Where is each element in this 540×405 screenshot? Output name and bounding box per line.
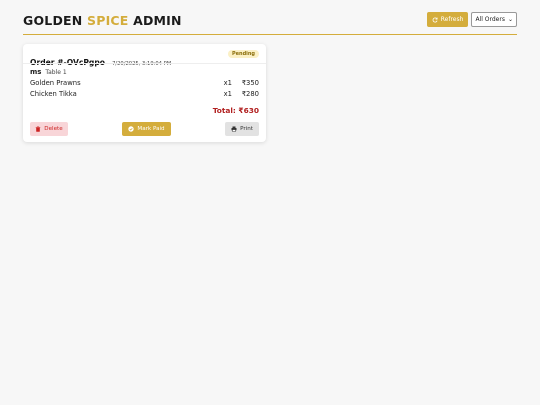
brand-word-golden: GOLDEN: [23, 13, 83, 28]
print-label: Print: [240, 126, 253, 132]
list-item: Golden Prawns x1 ₹350: [30, 79, 259, 90]
item-quantity: x1: [223, 90, 232, 98]
refresh-icon: [432, 17, 438, 22]
printer-icon: [231, 126, 237, 132]
order-card-header: Order #-OVcPgpo 7/20/2025, 3:19:04 PM Pe…: [30, 50, 259, 67]
brand-word-admin: ADMIN: [133, 13, 182, 28]
mark-paid-button[interactable]: Mark Paid: [122, 122, 171, 136]
delete-label: Delete: [44, 126, 63, 132]
status-badge: Pending: [227, 50, 259, 58]
filter-selected-value: All Orders: [475, 16, 505, 23]
item-quantity: x1: [223, 79, 232, 87]
order-total: Total: ₹630: [212, 106, 259, 115]
refresh-button[interactable]: Refresh: [426, 12, 469, 27]
chevron-down-icon: ⌄: [507, 16, 513, 23]
customer-name: ms: [30, 68, 42, 76]
list-item: Chicken Tikka x1 ₹280: [30, 90, 259, 101]
brand-title: GOLDEN SPICE ADMIN: [23, 13, 182, 28]
order-actions: Delete Mark Paid Print: [30, 122, 259, 136]
order-items-list: Golden Prawns x1 ₹350 Chicken Tikka x1 ₹…: [30, 79, 259, 101]
customer-info: ms Table 1: [30, 68, 67, 76]
mark-paid-label: Mark Paid: [137, 126, 165, 132]
item-name: Golden Prawns: [30, 79, 81, 87]
item-name: Chicken Tikka: [30, 90, 77, 98]
brand-word-spice: SPICE: [87, 13, 129, 28]
order-filter-select[interactable]: All Orders ⌄: [471, 12, 517, 27]
order-timestamp: 7/20/2025, 3:19:04 PM: [112, 61, 172, 67]
item-price: ₹350: [241, 79, 259, 87]
refresh-label: Refresh: [440, 16, 464, 23]
order-card: Order #-OVcPgpo 7/20/2025, 3:19:04 PM Pe…: [23, 44, 266, 142]
admin-header: GOLDEN SPICE ADMIN Refresh All Orders ⌄: [23, 10, 517, 35]
check-circle-icon: [128, 126, 135, 132]
card-divider: [23, 63, 266, 64]
delete-button[interactable]: Delete: [30, 122, 68, 136]
table-number: Table 1: [45, 69, 67, 76]
print-button[interactable]: Print: [225, 122, 259, 136]
header-controls: Refresh All Orders ⌄: [426, 12, 517, 27]
trash-icon: [36, 126, 41, 132]
item-price: ₹280: [241, 90, 259, 98]
